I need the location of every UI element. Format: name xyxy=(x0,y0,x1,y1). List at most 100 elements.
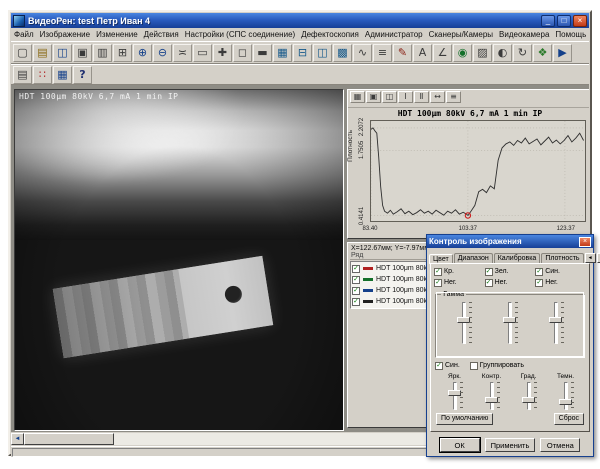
channel-checkboxes: ✓Кр.✓Зел.✓Син. xyxy=(434,266,586,277)
menu-item[interactable]: Изображение xyxy=(37,29,93,40)
checkbox-box[interactable]: ✓ xyxy=(485,279,493,287)
text-tool-icon[interactable]: A xyxy=(413,44,432,62)
zoom-in-icon[interactable]: ⊕ xyxy=(133,44,152,62)
channel-checkbox[interactable]: ✓Кр. xyxy=(434,268,485,276)
checkbox-box[interactable]: ✓ xyxy=(535,279,543,287)
main-toolbar: ▢▤◫▣▥⊞⊕⊖≍▭✚◻▬▦⊟◫▩∿≡✎A∠◉▨◐↻❖▶ xyxy=(11,41,589,64)
minimize-button[interactable]: _ xyxy=(541,15,555,27)
cancel-button[interactable]: Отмена xyxy=(540,438,580,452)
maximize-button[interactable]: □ xyxy=(557,15,571,27)
pan-icon[interactable]: ✚ xyxy=(213,44,232,62)
menu-item[interactable]: Администратор xyxy=(362,29,426,40)
save-all-icon[interactable]: ▣ xyxy=(73,44,92,62)
report-page-icon[interactable]: ▤ xyxy=(13,66,32,84)
ruler-icon[interactable]: ▬ xyxy=(253,44,272,62)
print-icon[interactable]: ▥ xyxy=(93,44,112,62)
sync-checkbox[interactable]: ✓Син. xyxy=(435,362,460,370)
gradation-slider[interactable] xyxy=(521,381,537,411)
tile-vertical-icon[interactable]: ◫ xyxy=(313,44,332,62)
series-checkbox[interactable]: ✓ xyxy=(352,298,360,306)
scrollbar-thumb[interactable] xyxy=(24,433,114,445)
rotate-icon[interactable]: ↻ xyxy=(513,44,532,62)
tab-calibration[interactable]: Калибровка xyxy=(494,253,541,263)
annotate-icon[interactable]: ✎ xyxy=(393,44,412,62)
menu-item[interactable]: Действия xyxy=(141,29,182,40)
channel-checkbox[interactable]: ✓Син. xyxy=(535,268,586,276)
invert-icon[interactable]: ◐ xyxy=(493,44,512,62)
cascade-icon[interactable]: ▩ xyxy=(333,44,352,62)
gamma-slider-green[interactable] xyxy=(502,301,518,345)
angle-tool-icon[interactable]: ∠ xyxy=(433,44,452,62)
scroll-left-button[interactable]: ◄ xyxy=(11,433,24,445)
tab-density[interactable]: Плотность xyxy=(541,253,583,263)
plot-settings-icon[interactable]: ≡ xyxy=(446,91,461,103)
profile-icon[interactable]: ∿ xyxy=(353,44,372,62)
help-icon[interactable]: ? xyxy=(73,66,92,84)
step-wedge-specimen xyxy=(53,256,273,358)
negative-checkbox[interactable]: ✓Нег. xyxy=(485,279,536,287)
checkbox-label: Нег. xyxy=(545,279,558,286)
open-folder-icon[interactable]: ▤ xyxy=(33,44,52,62)
negative-checkbox[interactable]: ✓Нег. xyxy=(434,279,485,287)
zoom-out-icon[interactable]: ⊖ xyxy=(153,44,172,62)
save-icon[interactable]: ◫ xyxy=(53,44,72,62)
group-checkbox[interactable]: Группировать xyxy=(470,362,524,370)
grid-icon[interactable]: ▦ xyxy=(273,44,292,62)
movie-icon[interactable]: ▶ xyxy=(553,44,572,62)
dialog-close-button[interactable]: × xyxy=(579,237,591,247)
menu-item[interactable]: Дефектоскопия xyxy=(298,29,362,40)
checkbox-box[interactable]: ✓ xyxy=(535,268,543,276)
tile-horizontal-icon[interactable]: ⊟ xyxy=(293,44,312,62)
brightness-label: Ярк. xyxy=(448,373,461,381)
series-checkbox[interactable]: ✓ xyxy=(352,265,360,273)
filter-icon[interactable]: ▨ xyxy=(473,44,492,62)
tabs-scroll-right-button[interactable]: ► xyxy=(597,253,600,263)
menu-item[interactable]: Сканеры/Камеры xyxy=(426,29,496,40)
fit-window-icon[interactable]: ▭ xyxy=(193,44,212,62)
darkness-slider[interactable] xyxy=(558,381,574,411)
menu-bar: ФайлИзображениеИзменениеДействияНастройк… xyxy=(11,28,589,41)
plot-grid-icon[interactable]: ▦ xyxy=(350,91,365,103)
menu-item[interactable]: Видеокамера xyxy=(496,29,552,40)
apply-button[interactable]: Применить xyxy=(485,438,536,452)
calibrate-icon[interactable]: ◉ xyxy=(453,44,472,62)
gamma-slider-blue[interactable] xyxy=(548,301,564,345)
menu-item[interactable]: Изменение xyxy=(93,29,141,40)
ok-button[interactable]: ОК xyxy=(440,438,480,452)
checkbox-box[interactable]: ✓ xyxy=(434,268,442,276)
tabs-scroll-left-button[interactable]: ◄ xyxy=(585,253,596,263)
channel-checkbox[interactable]: ✓Зел. xyxy=(485,268,536,276)
zoom-horizontal-icon[interactable]: ↔ xyxy=(430,91,445,103)
tab-range[interactable]: Диапазон xyxy=(454,253,493,263)
menu-item[interactable]: Помощь xyxy=(552,29,589,40)
new-file-icon[interactable]: ▢ xyxy=(13,44,32,62)
close-button[interactable]: × xyxy=(573,15,587,27)
series-checkbox[interactable]: ✓ xyxy=(352,276,360,284)
cursor-1-icon[interactable]: Ⅰ xyxy=(398,91,413,103)
checkbox-box[interactable]: ✓ xyxy=(485,268,493,276)
desktop: ВидеоРен: test Петр Иван 4 _ □ × ФайлИзо… xyxy=(0,0,600,469)
defect-marks-icon[interactable]: ∷ xyxy=(33,66,52,84)
contrast-slider[interactable] xyxy=(484,381,500,411)
brightness-slider[interactable] xyxy=(447,381,463,411)
checkbox-box[interactable]: ✓ xyxy=(434,279,442,287)
zoom-1to1-icon[interactable]: ≍ xyxy=(173,44,192,62)
series-checkbox[interactable]: ✓ xyxy=(352,287,360,295)
palette-icon[interactable]: ❖ xyxy=(533,44,552,62)
plot-copy-icon[interactable]: ▣ xyxy=(366,91,381,103)
blue-grid-icon[interactable]: ▦ xyxy=(53,66,72,84)
gamma-slider-red[interactable] xyxy=(456,301,472,345)
plot-save-icon[interactable]: ◫ xyxy=(382,91,397,103)
menu-item[interactable]: Файл xyxy=(11,29,37,40)
default-button[interactable]: По умолчанию xyxy=(436,413,493,425)
menu-item[interactable]: Настройки (СПС соединение) xyxy=(182,29,298,40)
preview-icon[interactable]: ⊞ xyxy=(113,44,132,62)
histogram-icon[interactable]: ≡ xyxy=(373,44,392,62)
exposure-label: HDT 100μm 80kV 6,7 mA 1 min IP xyxy=(19,92,179,101)
reset-button[interactable]: Сброс xyxy=(554,413,584,425)
cursor-2-icon[interactable]: Ⅱ xyxy=(414,91,429,103)
radiograph-panel[interactable]: HDT 100μm 80kV 6,7 mA 1 min IP xyxy=(14,89,344,431)
plot-box[interactable] xyxy=(370,120,586,222)
negative-checkbox[interactable]: ✓Нег. xyxy=(535,279,586,287)
select-region-icon[interactable]: ◻ xyxy=(233,44,252,62)
